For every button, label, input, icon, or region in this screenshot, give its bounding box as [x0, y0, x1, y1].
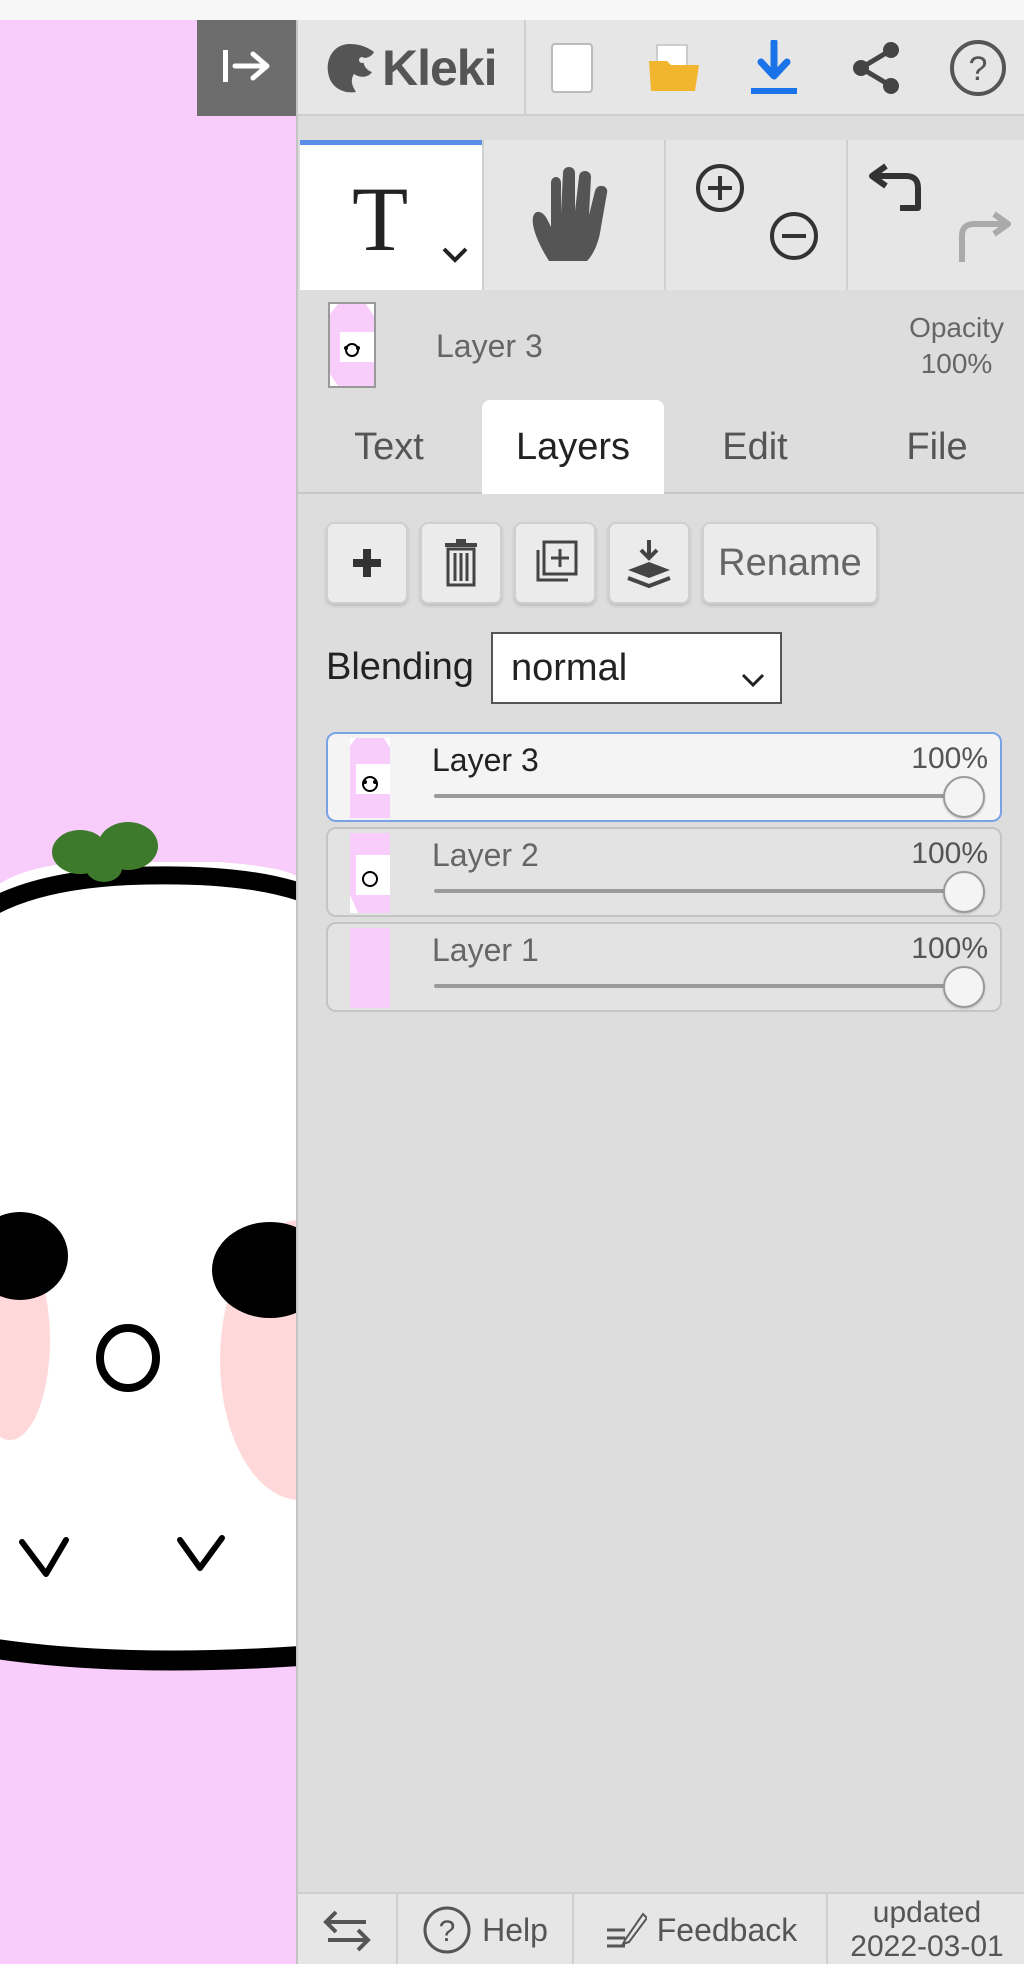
help-label: Help: [482, 1911, 548, 1948]
layer-opacity-slider[interactable]: [434, 984, 964, 988]
updated-label: updated: [872, 1896, 982, 1929]
layer-thumbnail: [350, 738, 390, 818]
share-icon: [853, 42, 899, 94]
merge-down-icon: [627, 540, 671, 588]
layer-name: Layer 1: [432, 932, 539, 968]
help-link[interactable]: ? Help: [398, 1894, 574, 1964]
tab-layers[interactable]: Layers: [482, 400, 664, 494]
slider-knob[interactable]: [943, 871, 985, 913]
current-layer-thumbnail: [328, 302, 376, 388]
help-button[interactable]: ?: [948, 38, 1008, 98]
layer-opacity-value: 100%: [911, 837, 988, 870]
updated-date: 2022-03-01: [850, 1930, 1004, 1963]
layer-opacity-slider[interactable]: [434, 889, 964, 893]
download-button[interactable]: [744, 38, 804, 98]
blending-label: Blending: [326, 646, 474, 688]
layer-opacity-value: 100%: [911, 742, 988, 775]
feedback-icon: [606, 1912, 647, 1948]
layer-item[interactable]: Layer 2 100%: [326, 827, 1002, 917]
top-toolbar: Kleki ?: [298, 20, 1024, 116]
feedback-label: Feedback: [656, 1911, 798, 1948]
drawing-canvas[interactable]: [0, 20, 296, 1964]
download-icon: [751, 40, 797, 94]
text-tool-button[interactable]: T: [300, 140, 482, 290]
zoom-in-icon[interactable]: [694, 162, 746, 219]
open-folder-icon: [649, 44, 699, 91]
blending-select[interactable]: normal: [491, 632, 782, 704]
duplicate-layer-button[interactable]: [514, 522, 596, 604]
layer-name: Layer 2: [432, 837, 539, 873]
help-icon: ?: [423, 1906, 471, 1954]
canvas-artwork: [0, 822, 296, 1671]
sidebar: Kleki ? T Layer 3 Opacity 100% Text Laye…: [296, 20, 1024, 1964]
layer-opacity-value: 100%: [911, 932, 988, 965]
help-icon: ?: [950, 40, 1006, 96]
swap-side-button[interactable]: [298, 1894, 398, 1964]
logo-text: Kleki: [382, 40, 498, 96]
chevron-down-icon[interactable]: [440, 245, 470, 270]
svg-text:?: ?: [439, 1915, 456, 1948]
updated-info: updated 2022-03-01: [828, 1894, 1024, 1964]
tab-text[interactable]: Text: [298, 400, 480, 494]
delete-layer-button[interactable]: [420, 522, 502, 604]
hand-icon: [532, 167, 608, 261]
zoom-tool: [664, 140, 846, 290]
rename-layer-button[interactable]: Rename: [702, 522, 878, 604]
toolbar-divider: [524, 20, 526, 116]
layer-name: Layer 3: [432, 742, 539, 778]
tool-row: T: [298, 140, 1024, 290]
slider-knob[interactable]: [943, 776, 985, 818]
layer-item[interactable]: Layer 1 100%: [326, 922, 1002, 1012]
kleki-logo-icon: [327, 44, 374, 93]
plus-icon: [353, 549, 381, 577]
chevron-down-icon: [740, 656, 766, 699]
redo-icon[interactable]: [954, 206, 1014, 269]
blending-value: normal: [511, 646, 628, 689]
undo-redo-tool: [846, 140, 1024, 290]
current-layer-info: Layer 3 Opacity 100%: [298, 292, 1024, 404]
duplicate-icon: [536, 540, 578, 582]
zoom-out-icon[interactable]: [768, 210, 820, 267]
trash-icon: [445, 539, 477, 587]
layer-thumbnail: [350, 928, 390, 1008]
new-image-button[interactable]: [542, 38, 602, 98]
tab-edit[interactable]: Edit: [664, 400, 846, 494]
merge-down-button[interactable]: [608, 522, 690, 604]
tab-file[interactable]: File: [846, 400, 1024, 494]
feedback-link[interactable]: Feedback: [574, 1894, 828, 1964]
undo-icon[interactable]: [866, 160, 926, 221]
opacity-value: 100%: [920, 348, 993, 379]
current-layer-opacity: Opacity 100%: [909, 310, 1004, 382]
current-layer-name: Layer 3: [436, 328, 543, 364]
status-strip: [0, 0, 1024, 20]
slider-knob[interactable]: [943, 966, 985, 1008]
new-image-icon: [551, 43, 593, 93]
bottom-bar: ? Help Feedback updated 2022-03-01: [298, 1892, 1024, 1964]
opacity-label: Opacity: [909, 312, 1004, 343]
share-button[interactable]: [846, 38, 906, 98]
svg-text:?: ?: [969, 50, 988, 88]
open-file-button[interactable]: [644, 38, 704, 98]
hand-tool-button[interactable]: [482, 140, 664, 290]
text-tool-icon: T: [352, 168, 409, 270]
layer-item[interactable]: Layer 3 100%: [326, 732, 1002, 822]
layer-thumbnail: [350, 833, 390, 913]
panel-tabs: Text Layers Edit File: [298, 400, 1024, 494]
rename-label: Rename: [718, 541, 862, 584]
layer-opacity-slider[interactable]: [434, 794, 964, 798]
add-layer-button[interactable]: [326, 522, 408, 604]
swap-icon: [323, 1910, 371, 1952]
kleki-logo[interactable]: Kleki: [322, 32, 498, 104]
